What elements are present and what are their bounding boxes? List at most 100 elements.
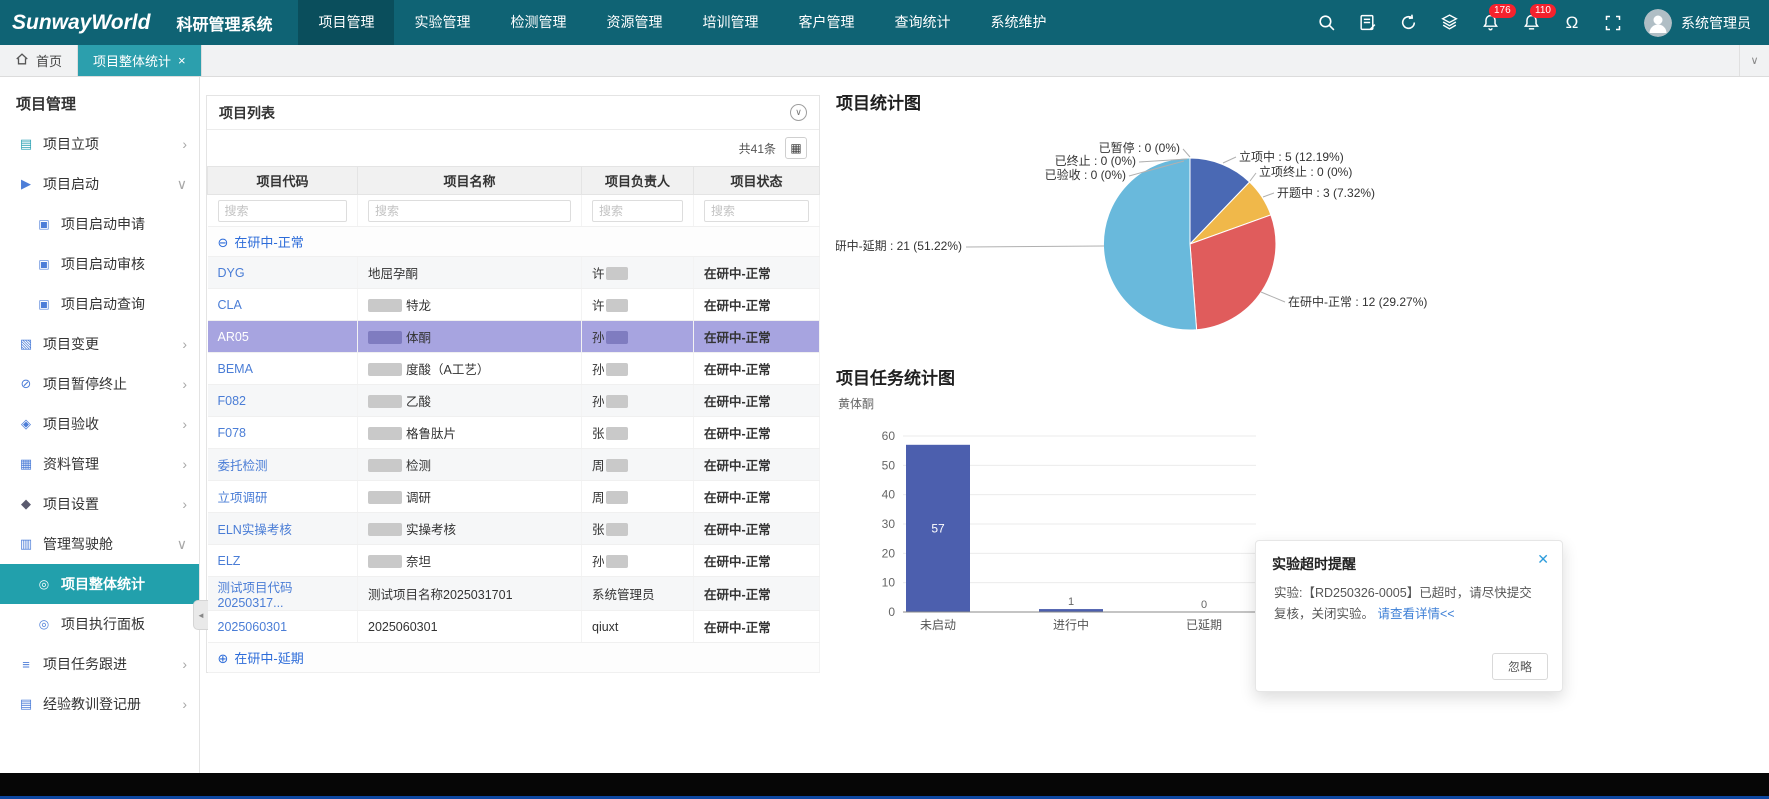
search-icon[interactable] — [1316, 13, 1336, 33]
sidebar-subitem-1-0[interactable]: ▣项目启动申请 — [0, 204, 199, 244]
column-search-input[interactable] — [704, 200, 809, 222]
sidebar-item-6[interactable]: ◆项目设置› — [0, 484, 199, 524]
sidebar-item-label: 项目立项 — [43, 134, 99, 154]
redacted-text — [606, 555, 628, 568]
redacted-text — [606, 331, 628, 344]
sidebar-item-1[interactable]: ▶项目启动∨ — [0, 164, 199, 204]
sidebar-subitem-1-1[interactable]: ▣项目启动审核 — [0, 244, 199, 284]
table-row[interactable]: F078格鲁肽片张在研中-正常 — [208, 417, 820, 449]
details-link[interactable]: 请查看详情<< — [1378, 607, 1455, 621]
nav-item-6[interactable]: 查询统计 — [874, 0, 970, 45]
refresh-icon[interactable] — [1398, 13, 1418, 33]
sidebar-item-8[interactable]: ≡项目任务跟进› — [0, 644, 199, 684]
column-search-input[interactable] — [368, 200, 571, 222]
table-row[interactable]: 测试项目代码20250317...测试项目名称2025031701系统管理员在研… — [208, 577, 820, 611]
sidebar-item-5[interactable]: ▦资料管理› — [0, 444, 199, 484]
nav-item-2[interactable]: 检测管理 — [490, 0, 586, 45]
tab-list-dropdown[interactable]: ∨ — [1739, 45, 1769, 76]
close-icon[interactable]: × — [178, 54, 186, 67]
column-settings-button[interactable]: ▦ — [785, 137, 807, 159]
popup-message: 实验:【RD250326-0005】已超时，请尽快提交复核，关闭实验。 请查看详… — [1256, 583, 1562, 626]
sidebar-item-9[interactable]: ▤经验教训登记册› — [0, 684, 199, 724]
project-code-link[interactable]: F082 — [218, 394, 247, 408]
project-code-cell: ELN实操考核 — [208, 513, 358, 545]
tabbar: 首页 项目整体统计 × ∨ — [0, 45, 1769, 77]
message-bell-icon[interactable]: 110 — [1521, 13, 1541, 33]
group-row-in-progress-normal[interactable]: ⊖在研中-正常 — [208, 227, 820, 257]
table-row[interactable]: ELZ奈坦孙在研中-正常 — [208, 545, 820, 577]
pie-chart: 立项中 : 5 (12.19%)立项终止 : 0 (0%)开题中 : 3 (7.… — [836, 116, 1756, 364]
search-cell — [582, 195, 694, 227]
nav-item-7[interactable]: 系统维护 — [970, 0, 1066, 45]
project-code-link[interactable]: 测试项目代码20250317... — [218, 581, 293, 610]
sidebar-subitem-label: 项目启动审核 — [61, 254, 145, 274]
project-code-link[interactable]: 立项调研 — [218, 491, 268, 505]
project-change-icon: ▧ — [16, 336, 36, 352]
sidebar-item-2[interactable]: ▧项目变更› — [0, 324, 199, 364]
project-owner-cell: 许 — [582, 257, 694, 289]
nav-item-0[interactable]: 项目管理 — [298, 0, 394, 45]
project-code-link[interactable]: 委托检测 — [218, 459, 268, 473]
sidebar-item-7[interactable]: ▥管理驾驶舱∨ — [0, 524, 199, 564]
project-code-link[interactable]: F078 — [218, 426, 247, 440]
project-code-link[interactable]: ELZ — [218, 554, 241, 568]
nav-item-1[interactable]: 实验管理 — [394, 0, 490, 45]
timeout-popup: 实验超时提醒 ✕ 实验:【RD250326-0005】已超时，请尽快提交复核，关… — [1255, 540, 1563, 692]
table-row[interactable]: F082乙酸孙在研中-正常 — [208, 385, 820, 417]
project-code-link[interactable]: BEMA — [218, 362, 253, 376]
avatar[interactable] — [1644, 9, 1672, 37]
omega-icon[interactable]: Ω — [1562, 13, 1582, 33]
project-code-link[interactable]: CLA — [218, 298, 242, 312]
column-header: 项目状态 — [694, 167, 820, 195]
panel-collapse-icon[interactable]: ∨ — [790, 104, 807, 121]
table-row[interactable]: DYG地屈孕酮许在研中-正常 — [208, 257, 820, 289]
sidebar-item-label: 管理驾驶舱 — [43, 534, 113, 554]
table-row[interactable]: 20250603012025060301qiuxt在研中-正常 — [208, 611, 820, 643]
project-code-link[interactable]: 2025060301 — [218, 620, 288, 634]
sidebar-subitem-7-1[interactable]: ◎项目执行面板 — [0, 604, 199, 644]
nav-item-4[interactable]: 培训管理 — [682, 0, 778, 45]
table-row[interactable]: BEMA度酸（A工艺）孙在研中-正常 — [208, 353, 820, 385]
sidebar: 项目管理 ▤项目立项›▶项目启动∨▣项目启动申请▣项目启动审核▣项目启动查询▧项… — [0, 77, 200, 773]
sidebar-subitem-1-2[interactable]: ▣项目启动查询 — [0, 284, 199, 324]
sidebar-item-3[interactable]: ⊘项目暂停终止› — [0, 364, 199, 404]
tab-home[interactable]: 首页 — [0, 45, 78, 76]
column-search-input[interactable] — [218, 200, 348, 222]
nav-item-5[interactable]: 客户管理 — [778, 0, 874, 45]
documents-icon: ▦ — [16, 456, 36, 472]
table-row[interactable]: CLA特龙许在研中-正常 — [208, 289, 820, 321]
group-toggle-icon[interactable]: ⊕ — [218, 651, 229, 666]
column-search-input[interactable] — [592, 200, 683, 222]
form-icon[interactable] — [1357, 13, 1377, 33]
sidebar-collapse-handle[interactable]: ◄ — [193, 600, 208, 630]
nav-item-3[interactable]: 资源管理 — [586, 0, 682, 45]
popup-close-icon[interactable]: ✕ — [1537, 552, 1549, 566]
fullscreen-icon[interactable] — [1603, 13, 1623, 33]
table-row[interactable]: AR05体酮孙在研中-正常 — [208, 321, 820, 353]
logo: SunwayWorld — [0, 11, 166, 35]
user-menu[interactable]: 系统管理员 — [1644, 9, 1751, 37]
ignore-button[interactable]: 忽略 — [1492, 653, 1548, 680]
submenu-icon: ▣ — [34, 297, 54, 311]
project-owner-cell: 张 — [582, 417, 694, 449]
svg-text:已终止 : 0 (0%): 已终止 : 0 (0%) — [1055, 153, 1136, 168]
sidebar-item-4[interactable]: ◈项目验收› — [0, 404, 199, 444]
table-row[interactable]: ELN实操考核实操考核张在研中-正常 — [208, 513, 820, 545]
sidebar-item-0[interactable]: ▤项目立项› — [0, 124, 199, 164]
project-code-link[interactable]: DYG — [218, 266, 245, 280]
project-code-link[interactable]: ELN实操考核 — [218, 523, 292, 537]
notification-bell-icon[interactable]: 176 — [1480, 13, 1500, 33]
group-row-in-progress-delayed[interactable]: ⊕在研中-延期 — [208, 643, 820, 673]
table-row[interactable]: 立项调研调研周在研中-正常 — [208, 481, 820, 513]
sidebar-subitem-7-0[interactable]: ◎项目整体统计 — [0, 564, 199, 604]
project-owner-cell: 周 — [582, 481, 694, 513]
table-row[interactable]: 委托检测检测周在研中-正常 — [208, 449, 820, 481]
redacted-text — [606, 459, 628, 472]
project-code-link[interactable]: AR05 — [218, 330, 249, 344]
layers-icon[interactable] — [1439, 13, 1459, 33]
svg-text:60: 60 — [882, 429, 896, 443]
svg-text:已验收 : 0 (0%): 已验收 : 0 (0%) — [1045, 167, 1126, 182]
group-toggle-icon[interactable]: ⊖ — [218, 235, 229, 250]
svg-text:0: 0 — [888, 605, 895, 619]
tab-project-overall-stats[interactable]: 项目整体统计 × — [78, 45, 202, 76]
